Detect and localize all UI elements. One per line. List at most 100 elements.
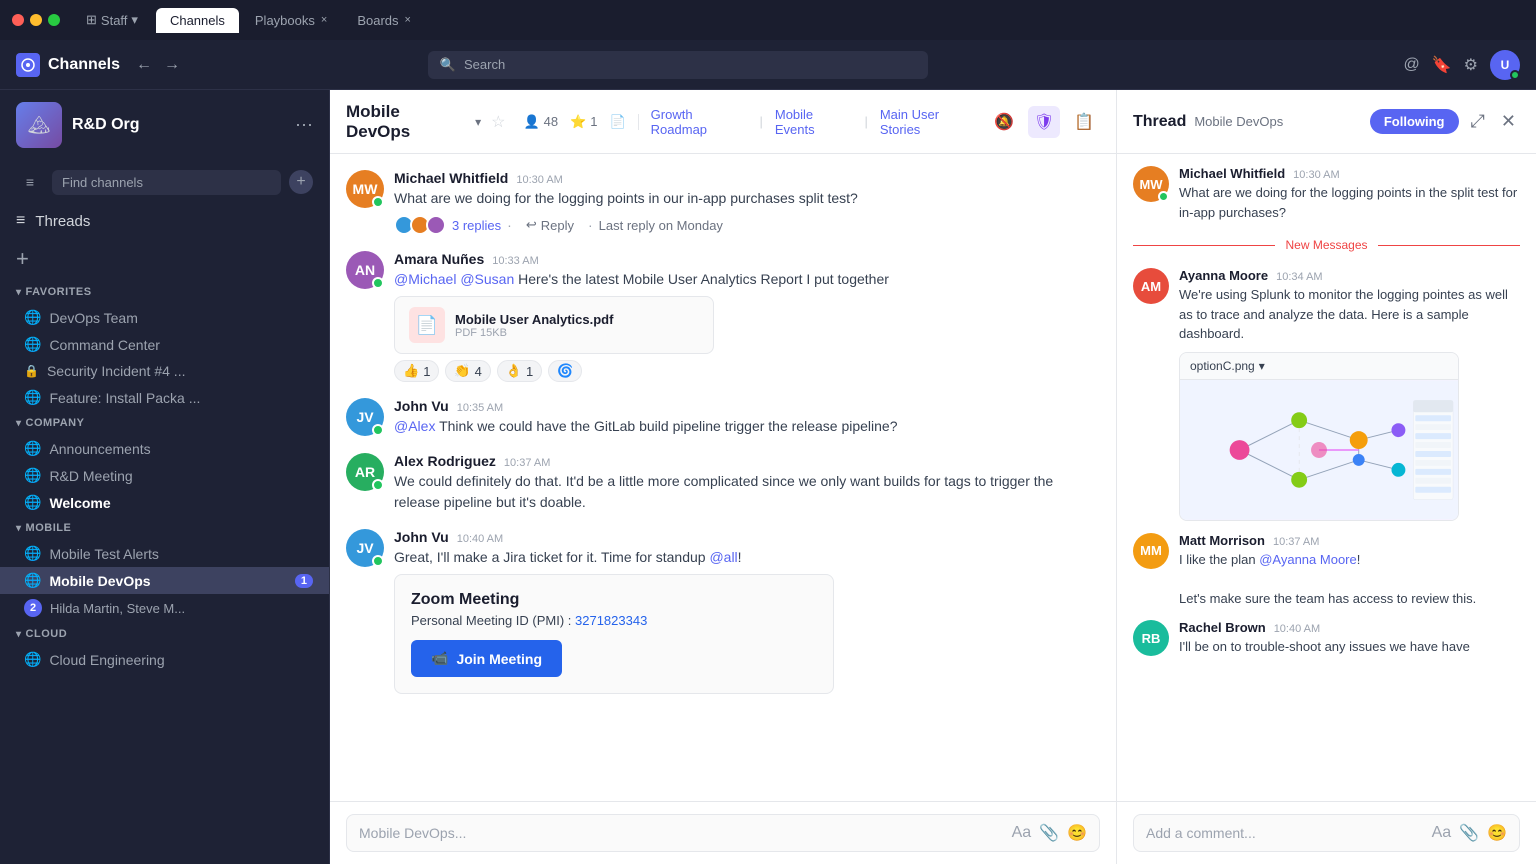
message-time: 10:33 AM <box>492 255 538 267</box>
channel-item-devops-team[interactable]: 🌐 DevOps Team <box>0 304 329 331</box>
reaction-swirl[interactable]: 🌀 <box>548 360 582 382</box>
logo-icon <box>16 53 40 77</box>
message-header: John Vu 10:40 AM <box>394 529 1100 545</box>
separator: · <box>588 217 593 233</box>
mention-alex[interactable]: @Alex <box>394 418 435 434</box>
chat-messages: MW Michael Whitfield 10:30 AM What are w… <box>330 154 1116 801</box>
forward-arrow[interactable]: → <box>160 52 184 78</box>
tab-playbooks-close[interactable]: × <box>321 14 327 26</box>
settings-icon[interactable]: ⚙ <box>1464 55 1478 75</box>
channel-item-feature-install[interactable]: 🌐 Feature: Install Packa ... <box>0 384 329 411</box>
message-header: Michael Whitfield 10:30 AM <box>394 170 1100 186</box>
emoji-icon[interactable]: 😊 <box>1487 823 1507 843</box>
reactions-bar: 👍1 👏4 👌1 🌀 <box>394 360 1100 382</box>
attachment-icon[interactable]: 📎 <box>1039 823 1059 843</box>
avatar: AR <box>346 453 384 491</box>
mention-all[interactable]: @all <box>709 549 737 565</box>
message-body: Amara Nuñes 10:33 AM @Michael @Susan Her… <box>394 251 1100 382</box>
workspace-menu-button[interactable]: ⋯ <box>295 115 313 136</box>
tab-playbooks[interactable]: Playbooks × <box>241 8 341 33</box>
pmi-value[interactable]: 3271823343 <box>575 613 647 628</box>
message-text: @Alex Think we could have the GitLab bui… <box>394 416 1100 437</box>
channel-item-mobile-test-alerts[interactable]: 🌐 Mobile Test Alerts <box>0 540 329 567</box>
add-section-button[interactable]: + <box>0 238 329 280</box>
reaction-clap[interactable]: 👏4 <box>445 360 490 382</box>
channel-item-cloud-engineering[interactable]: 🌐 Cloud Engineering <box>0 646 329 673</box>
mention-susan[interactable]: @Susan <box>460 271 514 287</box>
back-arrow[interactable]: ← <box>132 52 156 78</box>
tab-staff[interactable]: ⊞ Staff ▾ <box>76 7 148 33</box>
tab-channels-label: Channels <box>170 13 225 28</box>
tab-channels[interactable]: Channels <box>156 8 239 33</box>
add-channel-button[interactable]: + <box>289 170 313 194</box>
chat-message-input[interactable] <box>359 825 1004 841</box>
dm-label: Hilda Martin, Steve M... <box>50 601 185 616</box>
fullscreen-button[interactable] <box>48 14 60 26</box>
pmi-label: Personal Meeting ID (PMI) : <box>411 613 571 628</box>
section-header-cloud[interactable]: ▾ CLOUD <box>0 622 329 646</box>
channel-item-welcome[interactable]: 🌐 Welcome <box>0 489 329 516</box>
reaction-ok[interactable]: 👌1 <box>497 360 542 382</box>
at-icon[interactable]: @ <box>1403 56 1419 74</box>
reactions-count-label: 1 <box>590 114 597 129</box>
channel-item-announcements[interactable]: 🌐 Announcements <box>0 435 329 462</box>
mute-icon[interactable]: 🔕 <box>988 106 1020 138</box>
thread-message-header: Michael Whitfield 10:30 AM <box>1179 166 1520 181</box>
file-attachment[interactable]: 📄 Mobile User Analytics.pdf PDF 15KB <box>394 296 714 354</box>
section-header-company[interactable]: ▾ COMPANY <box>0 411 329 435</box>
threads-item[interactable]: ≡ Threads <box>0 204 329 238</box>
search-bar[interactable]: 🔍 Search <box>428 51 928 79</box>
thread-message-body: Rachel Brown 10:40 AM I'll be on to trou… <box>1179 620 1520 657</box>
close-button[interactable] <box>12 14 24 26</box>
message-text: Great, I'll make a Jira ticket for it. T… <box>394 547 1100 568</box>
main-user-stories-link[interactable]: Main User Stories <box>880 107 978 137</box>
bookmark-icon[interactable]: 🔖 <box>1432 55 1452 75</box>
star-icon[interactable]: ☆ <box>491 112 505 132</box>
expand-thread-button[interactable]: ⤢ <box>1467 107 1489 136</box>
message-header: John Vu 10:35 AM <box>394 398 1100 414</box>
minimize-button[interactable] <box>30 14 42 26</box>
thread-comment-input[interactable] <box>1146 825 1424 841</box>
following-button[interactable]: Following <box>1370 109 1459 134</box>
app-container: ⊞ Staff ▾ Channels Playbooks × Boards × <box>0 0 1536 864</box>
reaction-thumbsup[interactable]: 👍1 <box>394 360 439 382</box>
mention-ayanna[interactable]: @Ayanna Moore <box>1259 552 1357 567</box>
thread-avatar: AM <box>1133 268 1169 304</box>
channel-item-rd-meeting[interactable]: 🌐 R&D Meeting <box>0 462 329 489</box>
new-messages-divider: New Messages <box>1133 238 1520 252</box>
filter-icon[interactable]: ≡ <box>16 168 44 196</box>
join-meeting-button[interactable]: 📹 Join Meeting <box>411 640 562 677</box>
font-size-icon[interactable]: Aa <box>1432 824 1452 842</box>
replies-count[interactable]: 3 replies <box>452 218 501 233</box>
document-icon[interactable]: 📋 <box>1068 106 1100 138</box>
tab-boards[interactable]: Boards × <box>343 8 425 33</box>
reactions-count: ⭐ 1 <box>570 114 597 130</box>
online-status-indicator <box>372 277 384 289</box>
channel-label: Mobile DevOps <box>49 573 150 589</box>
emoji-icon[interactable]: 😊 <box>1067 823 1087 843</box>
channel-item-security-incident[interactable]: 🔒 Security Incident #4 ... <box>0 358 329 384</box>
font-size-icon[interactable]: Aa <box>1012 824 1032 842</box>
find-channels-input[interactable] <box>52 170 281 195</box>
globe-icon: 🌐 <box>24 336 41 353</box>
close-thread-button[interactable]: ✕ <box>1497 107 1520 136</box>
dm-item-hilda-steve[interactable]: 2 Hilda Martin, Steve M... <box>0 594 329 622</box>
message-body: John Vu 10:35 AM @Alex Think we could ha… <box>394 398 1100 437</box>
top-nav: Channels ← → 🔍 Search @ 🔖 ⚙ U <box>0 40 1536 90</box>
app-logo: Channels <box>16 53 120 77</box>
tab-bar: Channels Playbooks × Boards × <box>156 8 425 33</box>
chat-input-area: Aa 📎 😊 <box>330 801 1116 864</box>
mobile-events-link[interactable]: Mobile Events <box>775 107 853 137</box>
reply-button[interactable]: ↩ Reply <box>518 215 582 235</box>
channel-item-mobile-devops[interactable]: 🌐 Mobile DevOps 1 <box>0 567 329 594</box>
attachment-icon[interactable]: 📎 <box>1459 823 1479 843</box>
channel-caret-icon[interactable]: ▾ <box>475 115 481 129</box>
channel-item-command-center[interactable]: 🌐 Command Center <box>0 331 329 358</box>
section-header-mobile[interactable]: ▾ MOBILE <box>0 516 329 540</box>
section-header-favorites[interactable]: ▾ FAVORITES <box>0 280 329 304</box>
growth-roadmap-link[interactable]: Growth Roadmap <box>651 107 748 137</box>
tab-boards-close[interactable]: × <box>405 14 411 26</box>
shield-icon[interactable]: 🛡 <box>1028 106 1060 138</box>
user-avatar[interactable]: U <box>1490 50 1520 80</box>
mention-michael[interactable]: @Michael <box>394 271 456 287</box>
